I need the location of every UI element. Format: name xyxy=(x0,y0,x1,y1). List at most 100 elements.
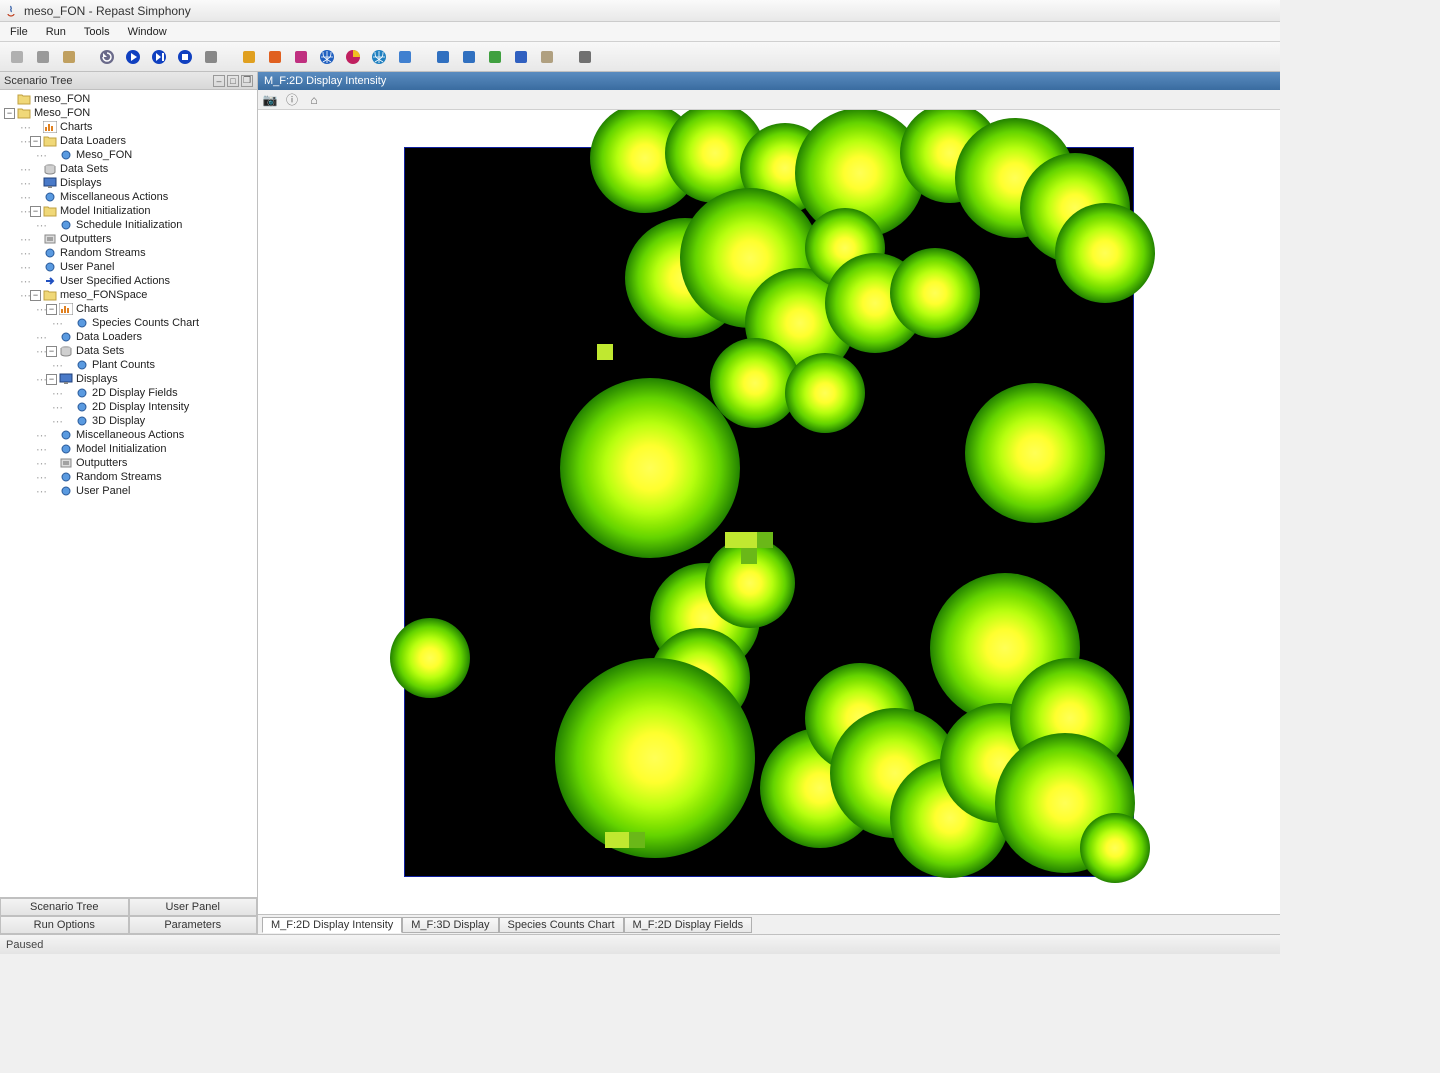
collapse-icon[interactable]: − xyxy=(30,136,41,147)
db-icon[interactable] xyxy=(58,46,80,68)
dot-icon xyxy=(59,428,73,442)
home-icon[interactable]: ⌂ xyxy=(306,92,322,108)
left-tab[interactable]: User Panel xyxy=(129,898,258,916)
left-tab[interactable]: Run Options xyxy=(0,916,129,934)
tree-node[interactable]: ⋯Data Loaders xyxy=(0,330,257,344)
dot-icon xyxy=(59,470,73,484)
tree-node[interactable]: ⋯−Data Loaders xyxy=(0,134,257,148)
tree-node[interactable]: ⋯Model Initialization xyxy=(0,442,257,456)
pie-icon[interactable] xyxy=(342,46,364,68)
canvas-area xyxy=(258,110,1280,914)
menu-run[interactable]: Run xyxy=(38,24,74,40)
collapse-icon[interactable]: − xyxy=(30,206,41,217)
db-icon xyxy=(43,162,57,176)
tree-node[interactable]: ⋯User Panel xyxy=(0,484,257,498)
bug-icon[interactable] xyxy=(574,46,596,68)
chart-icon xyxy=(59,302,73,316)
tree-node[interactable]: ⋯2D Display Intensity xyxy=(0,400,257,414)
simulation-canvas[interactable] xyxy=(404,147,1134,877)
restore-icon[interactable]: ❐ xyxy=(241,75,253,87)
collapse-icon[interactable]: − xyxy=(4,108,15,119)
tree-node[interactable]: ⋯Plant Counts xyxy=(0,358,257,372)
tree-node[interactable]: ⋯Displays xyxy=(0,176,257,190)
camera-icon[interactable]: 📷 xyxy=(262,92,278,108)
image-icon[interactable] xyxy=(484,46,506,68)
tree-node[interactable]: ⋯−meso_FONSpace xyxy=(0,288,257,302)
window-titlebar: meso_FON - Repast Simphony xyxy=(0,0,1280,22)
collapse-icon[interactable]: − xyxy=(46,346,57,357)
tree-node[interactable]: ⋯Miscellaneous Actions xyxy=(0,190,257,204)
collapse-icon[interactable]: − xyxy=(46,304,57,315)
collapse-icon[interactable]: − xyxy=(46,374,57,385)
tree-node[interactable]: ⋯User Panel xyxy=(0,260,257,274)
menu-window[interactable]: Window xyxy=(120,24,175,40)
bottom-tab[interactable]: M_F:2D Display Fields xyxy=(624,917,753,933)
wave-icon[interactable] xyxy=(238,46,260,68)
tree-label: meso_FONSpace xyxy=(60,289,147,301)
save-icon[interactable] xyxy=(32,46,54,68)
tree-node[interactable]: ⋯Species Counts Chart xyxy=(0,316,257,330)
collapse-icon[interactable]: − xyxy=(30,290,41,301)
tree-label: 2D Display Intensity xyxy=(92,401,189,413)
stop-icon[interactable] xyxy=(174,46,196,68)
tree-label: Outputters xyxy=(76,457,127,469)
reset-icon[interactable] xyxy=(96,46,118,68)
tree-node[interactable]: ⋯Schedule Initialization xyxy=(0,218,257,232)
tree-node[interactable]: ⋯−Model Initialization xyxy=(0,204,257,218)
globe-icon[interactable] xyxy=(368,46,390,68)
window-title: meso_FON - Repast Simphony xyxy=(24,4,191,18)
find-icon[interactable] xyxy=(394,46,416,68)
agents-icon[interactable] xyxy=(290,46,312,68)
bottom-tab[interactable]: M_F:3D Display xyxy=(402,917,498,933)
tree-node[interactable]: ⋯3D Display xyxy=(0,414,257,428)
tree-node[interactable]: ⋯Meso_FON xyxy=(0,148,257,162)
net-icon[interactable] xyxy=(432,46,454,68)
intensity-pixel xyxy=(757,532,773,548)
tree-node[interactable]: ⋯2D Display Fields xyxy=(0,386,257,400)
open-icon[interactable] xyxy=(6,46,28,68)
bottom-tab[interactable]: Species Counts Chart xyxy=(499,917,624,933)
tree-node[interactable]: ⋯Random Streams xyxy=(0,470,257,484)
left-tab[interactable]: Scenario Tree xyxy=(0,898,129,916)
tree-node[interactable]: −Meso_FON xyxy=(0,106,257,120)
tree-label: Displays xyxy=(60,177,102,189)
info-icon[interactable]: ⓘ xyxy=(284,92,300,108)
scenario-tree[interactable]: meso_FON−Meso_FON⋯Charts⋯−Data Loaders⋯M… xyxy=(0,90,257,897)
step-icon[interactable] xyxy=(148,46,170,68)
server-icon[interactable] xyxy=(458,46,480,68)
maximize-icon[interactable]: □ xyxy=(227,75,239,87)
dot-icon xyxy=(59,330,73,344)
tree-node[interactable]: ⋯Random Streams xyxy=(0,246,257,260)
tree-label: Data Sets xyxy=(60,163,108,175)
globe-blue-icon[interactable] xyxy=(316,46,338,68)
tree-node[interactable]: meso_FON xyxy=(0,92,257,106)
tree-node[interactable]: ⋯−Charts xyxy=(0,302,257,316)
tree-node[interactable]: ⋯Charts xyxy=(0,120,257,134)
play-icon[interactable] xyxy=(122,46,144,68)
intensity-blob xyxy=(965,383,1105,523)
tree-node[interactable]: ⋯−Displays xyxy=(0,372,257,386)
menu-file[interactable]: File xyxy=(2,24,36,40)
menu-tools[interactable]: Tools xyxy=(76,24,118,40)
tree-node[interactable]: ⋯Outputters xyxy=(0,232,257,246)
grid-icon[interactable] xyxy=(264,46,286,68)
dot-icon xyxy=(59,148,73,162)
intensity-blob xyxy=(785,353,865,433)
doc-icon[interactable] xyxy=(536,46,558,68)
tree-node[interactable]: ⋯User Specified Actions xyxy=(0,274,257,288)
intensity-pixel xyxy=(629,832,645,848)
minimize-icon[interactable]: – xyxy=(213,75,225,87)
layout-icon[interactable] xyxy=(510,46,532,68)
options-icon[interactable] xyxy=(200,46,222,68)
java-icon xyxy=(4,4,18,18)
tree-label: Miscellaneous Actions xyxy=(60,191,168,203)
dot-icon xyxy=(59,218,73,232)
left-tab[interactable]: Parameters xyxy=(129,916,258,934)
tree-node[interactable]: ⋯Outputters xyxy=(0,456,257,470)
tree-node[interactable]: ⋯Miscellaneous Actions xyxy=(0,428,257,442)
tree-node[interactable]: ⋯−Data Sets xyxy=(0,344,257,358)
tree-node[interactable]: ⋯Data Sets xyxy=(0,162,257,176)
bottom-tab[interactable]: M_F:2D Display Intensity xyxy=(262,917,402,933)
tree-label: meso_FON xyxy=(34,93,90,105)
dot-icon xyxy=(43,190,57,204)
